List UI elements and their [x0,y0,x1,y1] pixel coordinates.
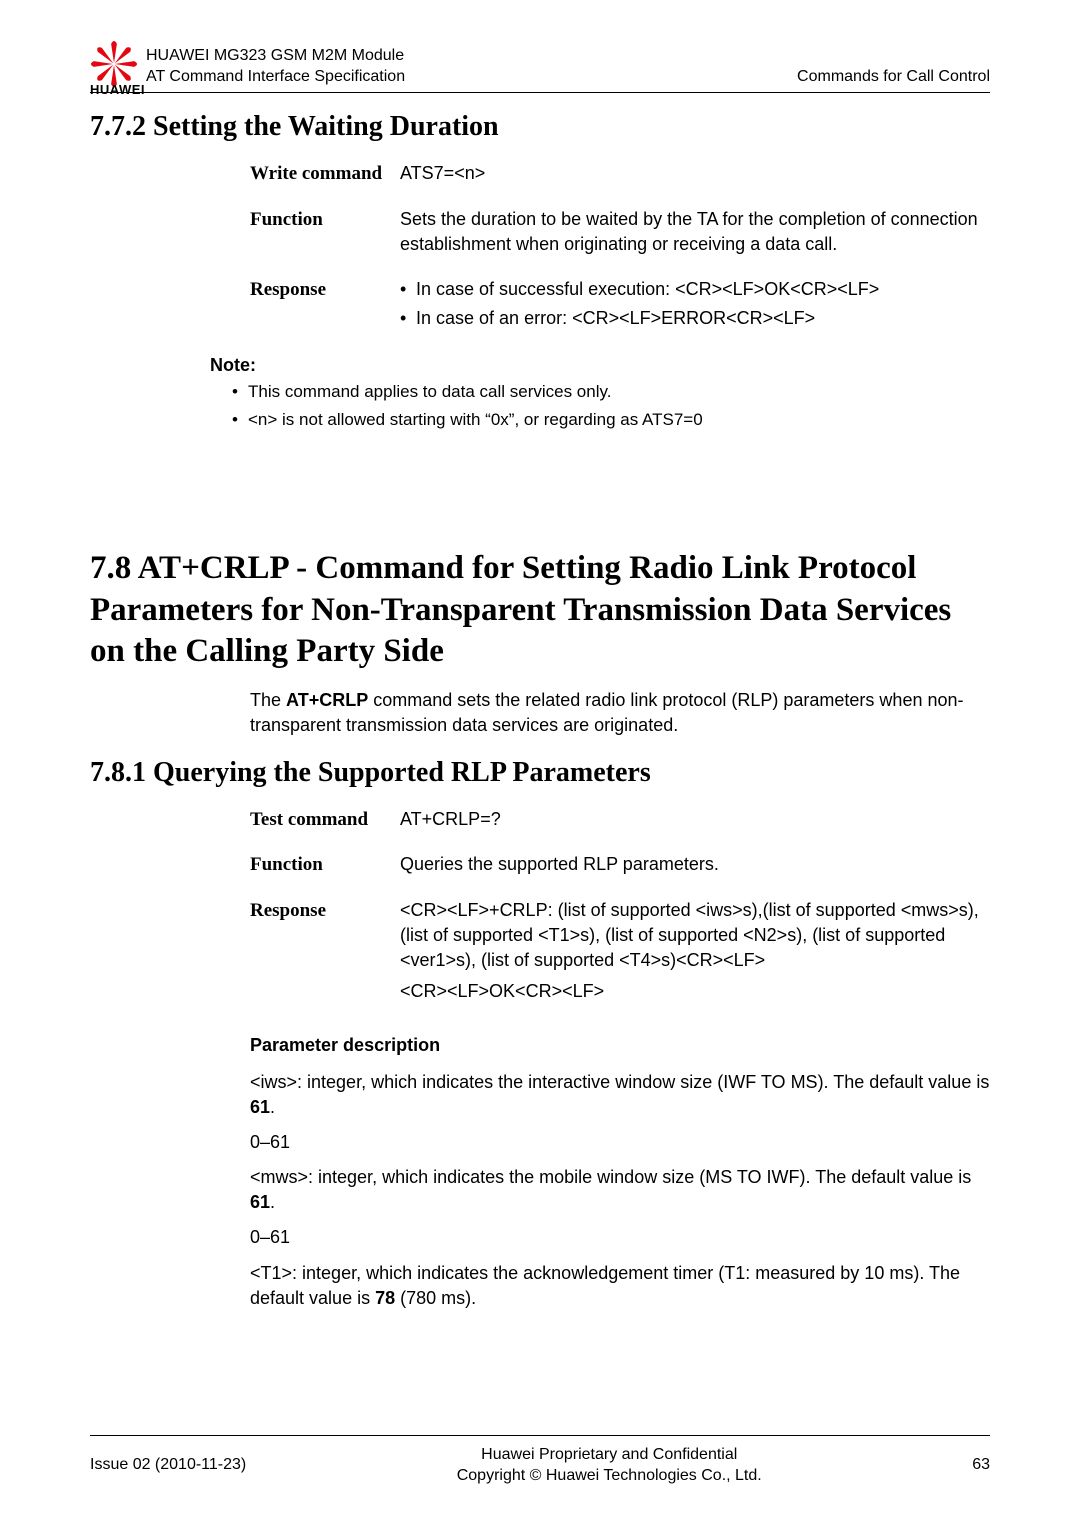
param-mws-b: 61 [250,1192,270,1212]
param-mws-c: . [270,1192,275,1212]
note-bullet-1: This command applies to data call servic… [248,382,611,402]
value-response: •In case of successful execution: <CR><L… [400,277,990,335]
note-block-772: Note: •This command applies to data call… [210,355,990,430]
label-response: Response [250,277,400,303]
intro-pre: The [250,690,286,710]
footer-page-number: 63 [972,1456,990,1474]
heading-772: 7.7.2 Setting the Waiting Duration [90,111,990,143]
footer-center: Huawei Proprietary and Confidential Copy… [246,1444,972,1487]
param-iws-c: . [270,1097,275,1117]
param-t1-a: <T1>: integer, which indicates the ackno… [250,1263,960,1308]
header-line2: AT Command Interface Specification [146,68,405,85]
label-function-781: Function [250,852,400,878]
intro-cmd: AT+CRLP [286,690,368,710]
response-bullet-1: In case of successful execution: <CR><LF… [416,277,879,302]
value-function: Sets the duration to be waited by the TA… [400,207,990,257]
value-test-command: AT+CRLP=? [400,807,990,832]
value-write-command: ATS7=<n> [400,161,990,186]
param-iws-range: 0–61 [250,1130,990,1155]
brand-block: HUAWEI MG323 GSM M2M Module AT Command I… [90,40,405,88]
param-desc-heading: Parameter description [250,1035,990,1056]
value-function-781: Queries the supported RLP parameters. [400,852,990,877]
label-response-781: Response [250,898,400,924]
def-table-781: Test command AT+CRLP=? Function Queries … [250,807,990,1005]
footer-center-1: Huawei Proprietary and Confidential [481,1446,737,1463]
param-t1-c: (780 ms). [395,1288,476,1308]
intro-78: The AT+CRLP command sets the related rad… [250,688,990,738]
label-function: Function [250,207,400,233]
label-write-command: Write command [250,161,400,187]
def-table-772: Write command ATS7=<n> Function Sets the… [250,161,990,335]
page-footer: Issue 02 (2010-11-23) Huawei Proprietary… [90,1435,990,1487]
response-bullet-2: In case of an error: <CR><LF>ERROR<CR><L… [416,306,815,331]
response-line-1: <CR><LF>+CRLP: (list of supported <iws>s… [400,898,990,974]
response-line-2: <CR><LF>OK<CR><LF> [400,979,990,1004]
footer-issue: Issue 02 (2010-11-23) [90,1456,246,1474]
param-iws-b: 61 [250,1097,270,1117]
param-t1: <T1>: integer, which indicates the ackno… [250,1261,990,1311]
header-right: Commands for Call Control [797,68,990,86]
header-line1: HUAWEI MG323 GSM M2M Module [146,47,404,64]
heading-781: 7.8.1 Querying the Supported RLP Paramet… [90,757,990,789]
param-t1-b: 78 [375,1288,395,1308]
value-response-781: <CR><LF>+CRLP: (list of supported <iws>s… [400,898,990,1005]
page-header: HUAWEI MG323 GSM M2M Module AT Command I… [90,40,990,93]
note-title: Note: [210,355,990,376]
param-mws-a: <mws>: integer, which indicates the mobi… [250,1167,971,1187]
heading-78: 7.8 AT+CRLP - Command for Setting Radio … [90,548,990,672]
param-mws-range: 0–61 [250,1225,990,1250]
huawei-logo-icon [90,40,138,88]
param-iws: <iws>: integer, which indicates the inte… [250,1070,990,1120]
param-mws: <mws>: integer, which indicates the mobi… [250,1165,990,1215]
label-test-command: Test command [250,807,400,833]
param-iws-a: <iws>: integer, which indicates the inte… [250,1072,989,1092]
note-bullet-2: <n> is not allowed starting with “0x”, o… [248,410,703,430]
brand-text: HUAWEI [90,82,145,97]
footer-center-2: Copyright © Huawei Technologies Co., Ltd… [457,1467,762,1484]
